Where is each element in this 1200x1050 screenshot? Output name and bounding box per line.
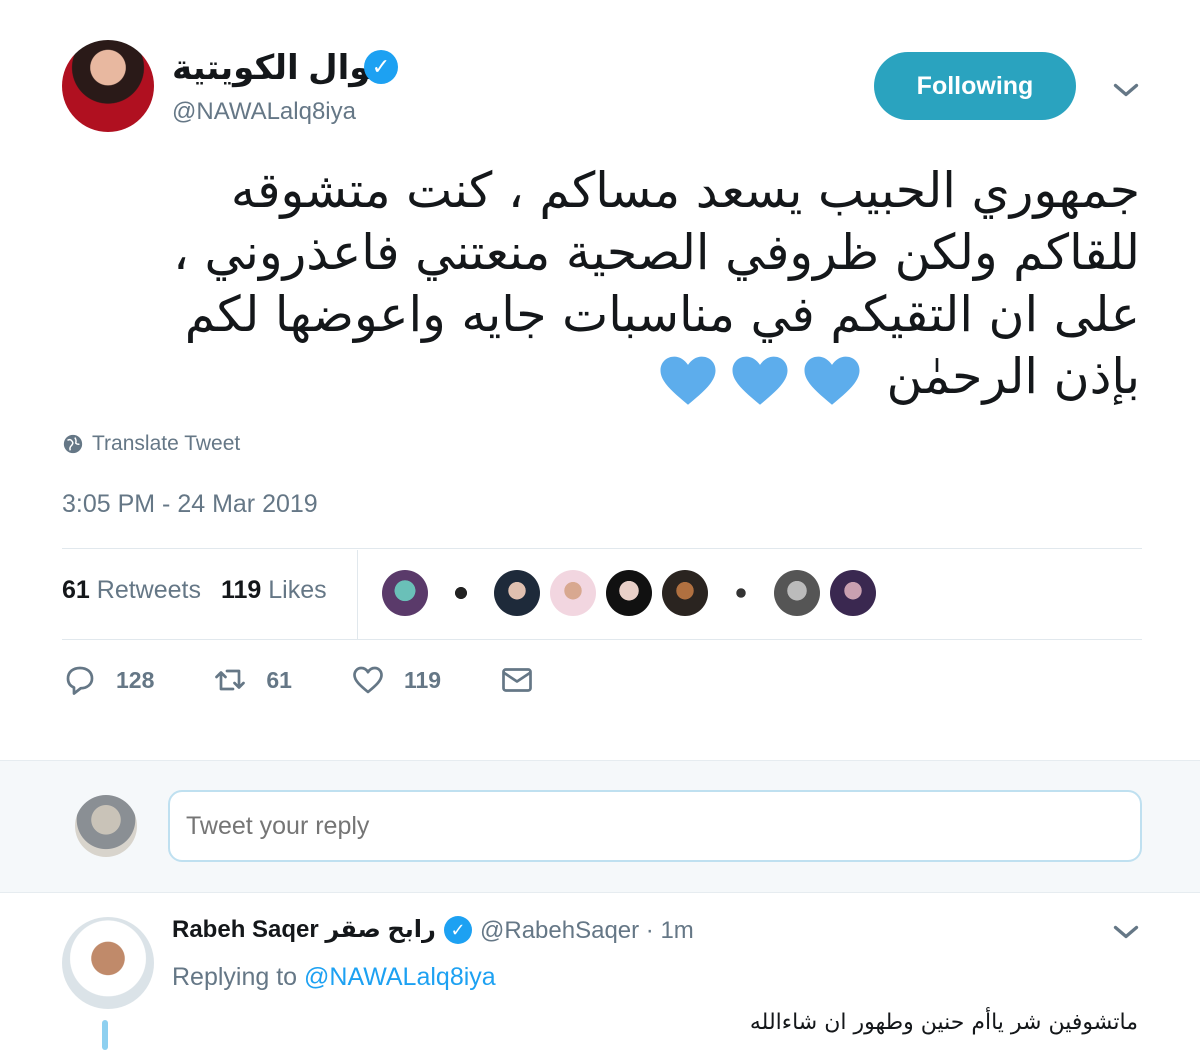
tweet-reply-input[interactable] xyxy=(168,790,1142,862)
like-count: 119 xyxy=(403,666,442,693)
tweet-text: جمهوري الحبيب يسعد مساكم ، كنت متشوقه لل… xyxy=(100,160,1140,413)
reply-icon xyxy=(66,666,94,695)
tweet-actions: 128 61 119 xyxy=(62,662,593,698)
reply-author-avatar[interactable] xyxy=(62,917,154,1009)
liker-avatar[interactable] xyxy=(438,570,484,616)
retweet-icon xyxy=(215,669,246,691)
divider xyxy=(62,548,1142,549)
tweet-stats: 61 Retweets 119 Likes xyxy=(62,576,327,605)
likes-stat[interactable]: 119 Likes xyxy=(221,576,327,605)
liker-avatars xyxy=(382,570,876,616)
author-handle[interactable]: @NAWALalq8iya xyxy=(172,98,356,126)
direct-message-action[interactable] xyxy=(499,662,535,698)
translate-tweet-label[interactable]: Translate Tweet xyxy=(92,432,240,456)
retweets-label: Retweets xyxy=(96,576,201,604)
reply-count: 128 xyxy=(116,666,155,693)
globe-icon xyxy=(63,434,83,454)
author-display-name[interactable]: نوال الكويتية xyxy=(172,48,383,88)
tweet-timestamp[interactable]: 3:05 PM - 24 Mar 2019 xyxy=(62,490,318,519)
author-avatar[interactable] xyxy=(62,40,154,132)
replying-to-prefix: Replying to xyxy=(172,963,298,991)
likes-label: Likes xyxy=(268,576,327,604)
like-action[interactable]: 119 xyxy=(350,662,441,698)
retweets-count: 61 xyxy=(62,576,90,604)
reply-author-name[interactable]: Rabeh Saqer رابح صقر xyxy=(172,915,436,944)
reply-tweet-text: ماتشوفين شر ياأم حنين وطهور ان شاءالله xyxy=(749,1010,1138,1035)
liker-avatar[interactable] xyxy=(830,570,876,616)
chevron-down-icon[interactable] xyxy=(1108,914,1144,950)
liker-avatar[interactable] xyxy=(774,570,820,616)
liker-avatar[interactable] xyxy=(494,570,540,616)
chevron-down-icon[interactable] xyxy=(1108,72,1144,108)
blue-hearts xyxy=(655,346,871,413)
reply-author-handle-time[interactable]: @RabehSaqer · 1m xyxy=(480,917,694,945)
envelope-icon xyxy=(502,668,532,692)
divider xyxy=(62,639,1142,640)
blue-heart-icon xyxy=(732,356,788,405)
blue-heart-icon xyxy=(804,356,860,405)
replying-to: Replying to @NAWALalq8iya xyxy=(172,963,496,992)
thread-line xyxy=(102,1020,108,1050)
stats-separator xyxy=(357,550,358,640)
retweets-stat[interactable]: 61 Retweets xyxy=(62,576,201,605)
liker-avatar[interactable] xyxy=(718,570,764,616)
verified-badge-icon: ✓ xyxy=(444,916,472,944)
liker-avatar[interactable] xyxy=(662,570,708,616)
following-button[interactable]: Following xyxy=(874,52,1076,120)
blue-heart-icon xyxy=(660,356,716,405)
translate-tweet-link[interactable]: Translate Tweet xyxy=(62,432,240,456)
liker-avatar[interactable] xyxy=(382,570,428,616)
liker-avatar[interactable] xyxy=(550,570,596,616)
reply-action[interactable]: 128 xyxy=(62,662,154,698)
heart-icon xyxy=(353,666,383,694)
likes-count: 119 xyxy=(220,576,262,604)
replying-to-handle-link[interactable]: @NAWALalq8iya xyxy=(304,963,496,991)
retweet-count: 61 xyxy=(266,666,292,693)
retweet-action[interactable]: 61 xyxy=(212,662,292,698)
current-user-avatar[interactable] xyxy=(75,795,137,857)
liker-avatar[interactable] xyxy=(606,570,652,616)
verified-badge-icon: ✓ xyxy=(364,50,398,84)
